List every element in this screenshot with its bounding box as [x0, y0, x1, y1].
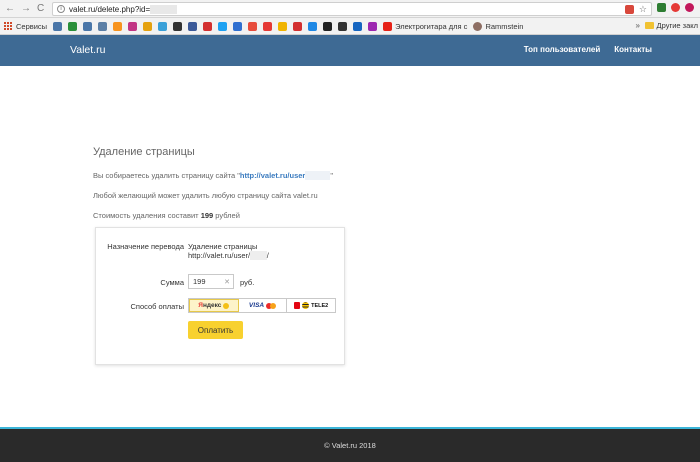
browser-toolbar: ← → C i valet.ru/delete.php?id= ☆ — [0, 0, 700, 18]
vk-icon[interactable] — [53, 21, 63, 31]
bookmark-rammstein-label: Rammstein — [485, 21, 524, 31]
bookmark-icon[interactable] — [263, 21, 273, 31]
other-bookmarks[interactable]: Другие закл — [644, 21, 698, 30]
payment-methods: Яндекс VISA TELE2 — [188, 298, 336, 313]
delete-notice: Вы собираетесь удалить страницу сайта "h… — [93, 171, 334, 180]
tools-icon[interactable] — [338, 21, 348, 31]
main-content: Удаление страницы Вы собираетесь удалить… — [0, 66, 700, 427]
extension-icon[interactable] — [671, 3, 680, 12]
bookmark-rammstein[interactable]: Rammstein — [473, 21, 524, 31]
bookmarks-bar: Сервисы Электрогитара для с Rammstein » … — [0, 18, 700, 35]
e1-icon[interactable] — [203, 21, 213, 31]
address-bar[interactable]: i valet.ru/delete.php?id= ☆ — [52, 2, 652, 16]
payment-form: Назначение перевода Удаление страницы ht… — [95, 227, 345, 365]
bookmark-youtube[interactable]: Электрогитара для с — [383, 21, 468, 31]
bookmark-star-icon[interactable]: ☆ — [639, 4, 647, 14]
nav-contacts[interactable]: Контакты — [614, 45, 652, 54]
yandex-money-icon — [223, 302, 230, 309]
apps-grid-icon — [4, 21, 13, 31]
site-header: Valet.ru Топ пользователей Контакты — [0, 35, 700, 66]
bookmark-icon[interactable] — [248, 21, 258, 31]
nav-top-users[interactable]: Топ пользователей — [524, 45, 600, 54]
method-mobile[interactable]: TELE2 — [287, 299, 335, 312]
method-yandex[interactable]: Яндекс — [189, 299, 239, 312]
cart-icon[interactable] — [308, 21, 318, 31]
forward-icon[interactable]: → — [21, 3, 31, 14]
bookmark-youtube-label: Электрогитара для с — [395, 21, 468, 31]
rammstein-icon — [473, 21, 483, 31]
bookmark-apps[interactable]: Сервисы — [4, 21, 48, 31]
amount-input[interactable]: 199 ✕ — [188, 274, 234, 289]
purpose-value: Удаление страницы http://valet.ru/user/ … — [188, 242, 269, 260]
visa-logo: VISA — [248, 302, 265, 309]
site-logo[interactable]: Valet.ru — [70, 44, 105, 56]
url-hidden-part — [150, 4, 177, 14]
bookmark-icon[interactable] — [278, 21, 288, 31]
folder-icon — [644, 22, 654, 29]
anyone-can-delete-text: Любой желающий может удалить любую стран… — [93, 191, 318, 200]
avito-icon[interactable] — [293, 21, 303, 31]
extension-icon[interactable] — [657, 3, 666, 12]
bookmark-icon[interactable] — [233, 21, 243, 31]
ok-icon[interactable] — [113, 21, 123, 31]
vk-icon[interactable] — [98, 21, 108, 31]
currency-label: руб. — [240, 278, 255, 287]
bookmark-icon[interactable] — [188, 21, 198, 31]
bookmark-apps-label: Сервисы — [16, 21, 48, 31]
beeline-icon — [302, 302, 310, 309]
bookmark-icon[interactable] — [353, 21, 363, 31]
pay-button[interactable]: Оплатить — [188, 321, 243, 339]
other-bookmarks-label: Другие закл — [656, 21, 698, 30]
bookmark-icon[interactable] — [218, 21, 228, 31]
info-icon[interactable]: i — [57, 5, 65, 13]
purpose-label: Назначение перевода — [107, 242, 184, 251]
vk-icon[interactable] — [83, 21, 93, 31]
amount-label: Сумма — [160, 278, 184, 287]
instagram-icon[interactable] — [128, 21, 138, 31]
mastercard-icon — [266, 302, 277, 309]
page-link[interactable]: http://valet.ru/user — [240, 171, 331, 180]
mts-icon — [294, 302, 301, 309]
extension-icon[interactable] — [685, 3, 694, 12]
clear-icon[interactable]: ✕ — [224, 278, 230, 286]
copyright-text: © Valet.ru 2018 — [324, 441, 376, 450]
cost-text: Стоимость удаления составит 199 рублей — [93, 211, 240, 220]
bookmarks-more-icon[interactable]: » — [636, 21, 640, 30]
note-icon[interactable] — [323, 21, 333, 31]
bookmark-icon[interactable] — [143, 21, 153, 31]
bookmark-icon[interactable] — [173, 21, 183, 31]
page-title: Удаление страницы — [93, 146, 195, 158]
translate-icon[interactable] — [624, 4, 634, 14]
url-text: valet.ru/delete.php?id= — [69, 4, 151, 14]
youtube-icon — [383, 21, 393, 31]
back-icon[interactable]: ← — [5, 3, 15, 14]
payment-method-label: Способ оплаты — [130, 302, 184, 311]
method-card[interactable]: VISA — [239, 299, 288, 312]
tele2-logo: TELE2 — [311, 302, 329, 309]
bookmark-icon[interactable] — [68, 21, 78, 31]
cost-amount: 199 — [200, 211, 214, 220]
reload-icon[interactable]: C — [37, 3, 44, 14]
site-footer: © Valet.ru 2018 — [0, 427, 700, 462]
top-navigation: Топ пользователей Контакты — [524, 45, 652, 54]
drop-icon[interactable] — [158, 21, 168, 31]
bookmark-icon[interactable] — [368, 21, 378, 31]
